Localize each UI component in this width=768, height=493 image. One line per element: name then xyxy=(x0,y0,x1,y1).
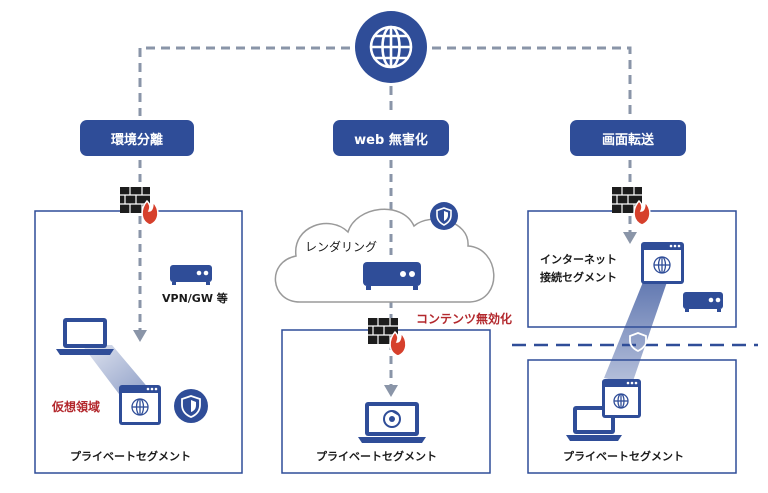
right-private-segment-label: プライベートセグメント xyxy=(563,450,684,463)
server-icon xyxy=(683,292,723,312)
browser-window-icon xyxy=(602,379,641,418)
architecture-diagram xyxy=(34,11,758,474)
approach-screen-transfer: 画面転送 xyxy=(570,120,686,156)
shield-icon xyxy=(430,202,458,230)
internet-segment-label-line1: インターネット xyxy=(540,253,617,266)
laptop-icon xyxy=(56,318,114,355)
approach-web-sanitization: web 無害化 xyxy=(333,120,449,156)
server-icon xyxy=(170,265,212,285)
rendering-label: レンダリング xyxy=(305,240,378,254)
browser-window-icon xyxy=(119,385,161,425)
vpn-gateway-label: VPN/GW 等 xyxy=(162,292,228,305)
content-neutralization-label: コンテンツ無効化 xyxy=(416,312,513,326)
approach-environment-separation: 環境分離 xyxy=(80,120,194,156)
internet-segment-label-line2: 接続セグメント xyxy=(540,271,617,284)
cloud-icon xyxy=(274,208,495,303)
server-icon xyxy=(363,262,421,290)
left-private-segment-label: プライベートセグメント xyxy=(70,450,191,463)
shield-icon xyxy=(174,389,208,423)
virtual-area-label: 仮想領域 xyxy=(52,400,101,414)
browser-window-icon xyxy=(641,242,684,284)
center-private-segment-label: プライベートセグメント xyxy=(316,450,437,463)
globe-icon xyxy=(355,11,427,83)
